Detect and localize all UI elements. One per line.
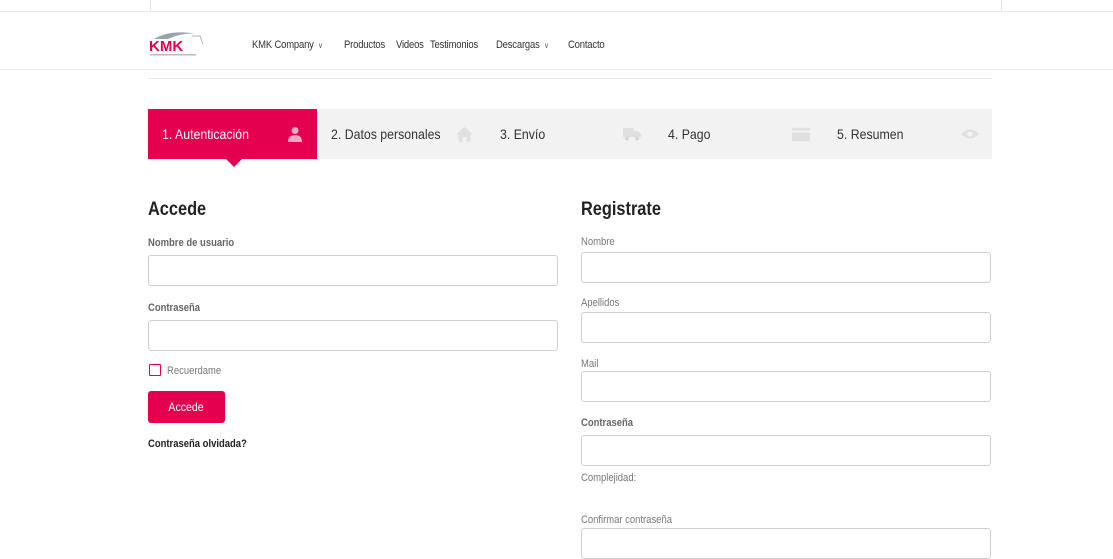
chevron-down-icon: ∨: [544, 40, 550, 50]
nav-contacto[interactable]: Contacto: [567, 39, 605, 51]
chevron-down-icon: ∨: [318, 40, 323, 50]
remember-label: Recuerdame: [167, 365, 222, 377]
forgot-password-link[interactable]: Contraseña olvidada?: [148, 438, 247, 450]
logo-text: KMK: [149, 38, 183, 55]
step-pago[interactable]: 4. Pago: [654, 109, 823, 159]
register-password-input[interactable]: [581, 435, 991, 466]
register-title: Registrate: [581, 199, 661, 220]
name-input[interactable]: [581, 252, 991, 283]
step-label: 2. Datos personales: [330, 126, 441, 142]
step-datos-personales[interactable]: 2. Datos personales: [317, 109, 486, 159]
header-divider: [0, 69, 1113, 70]
login-submit-label: Accede: [168, 400, 205, 414]
checkout-steps: 1. Autenticación 2. Datos personales 3. …: [148, 109, 992, 167]
login-title: Accede: [148, 199, 207, 220]
top-strip-right: [1001, 0, 1002, 11]
step-resumen[interactable]: 5. Resumen: [823, 109, 992, 159]
nav-descargas[interactable]: Descargas ∨: [496, 39, 549, 51]
user-icon: [286, 125, 304, 143]
step-label: 4. Pago: [668, 126, 711, 142]
logo-tagline: [150, 54, 196, 56]
step-label: 1. Autenticación: [162, 126, 249, 142]
name-label: Nombre: [581, 236, 615, 248]
login-submit-button[interactable]: Accede: [148, 391, 225, 423]
surname-input[interactable]: [581, 312, 991, 343]
password-label: Contraseña: [148, 302, 201, 314]
password-input[interactable]: [148, 320, 558, 351]
mail-label: Mail: [581, 358, 599, 370]
step-label: 5. Resumen: [837, 126, 904, 142]
nav-divider: [148, 78, 992, 79]
nav-label: Productos: [344, 39, 386, 51]
top-divider: [0, 11, 1113, 12]
confirm-password-label: Confirmar contraseña: [581, 514, 672, 526]
step-autenticacion[interactable]: 1. Autenticación: [148, 109, 317, 167]
confirm-password-input[interactable]: [581, 528, 991, 559]
nav-productos[interactable]: Productos: [344, 39, 385, 51]
nav-label: Descargas: [496, 39, 540, 51]
credit-card-icon: [792, 125, 811, 143]
eye-icon: [961, 125, 980, 143]
truck-icon: [623, 125, 642, 143]
nav-label: Videos: [396, 39, 424, 51]
step-label: 3. Envío: [499, 126, 545, 142]
nav-videos[interactable]: Videos: [396, 39, 424, 51]
nav-label: Contacto: [567, 39, 605, 51]
top-strip-left: [150, 0, 151, 11]
step-envio[interactable]: 3. Envío: [486, 109, 655, 159]
nav-kmk-company[interactable]: KMK Company ∨: [252, 39, 323, 51]
main-nav: KMK Company ∨ Productos Videos Testimoni…: [252, 39, 634, 51]
nav-label: Testimonios: [430, 39, 479, 51]
home-icon: [455, 125, 473, 143]
username-input[interactable]: [148, 255, 558, 286]
nav-label: KMK Company: [252, 39, 314, 51]
username-label: Nombre de usuario: [148, 237, 235, 249]
logo-car-line: [192, 35, 204, 45]
remember-checkbox[interactable]: [149, 364, 161, 376]
nav-testimonios[interactable]: Testimonios: [430, 39, 478, 51]
surname-label: Apellidos: [581, 297, 620, 309]
complexity-label: Complejidad:: [581, 472, 637, 484]
register-password-label: Contraseña: [581, 417, 634, 429]
kmk-logo[interactable]: KMK: [148, 30, 208, 58]
mail-input[interactable]: [581, 371, 991, 402]
